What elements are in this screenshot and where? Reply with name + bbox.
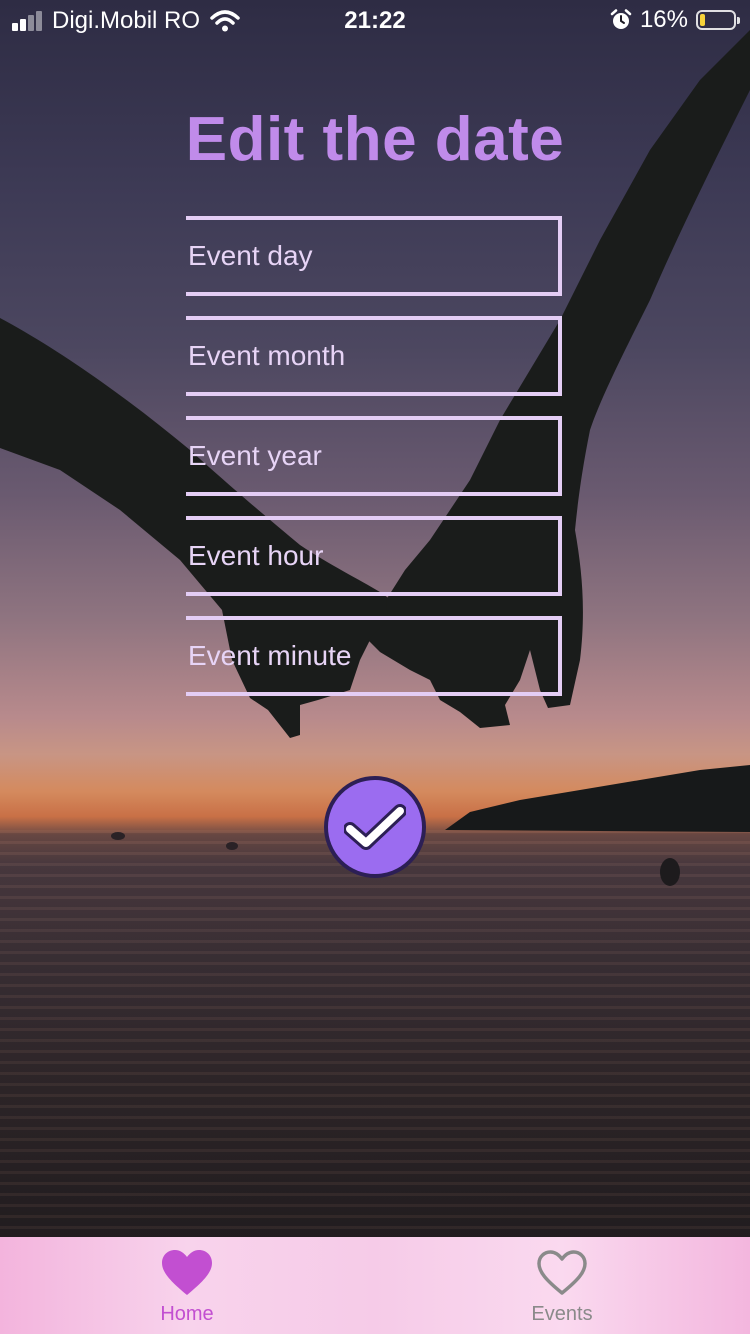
event-year-input[interactable]	[186, 416, 562, 496]
page-title: Edit the date	[185, 105, 565, 174]
battery-percent: 16%	[639, 6, 688, 33]
event-minute-input[interactable]	[186, 616, 562, 696]
status-right: 16%	[610, 6, 740, 34]
tab-home-label: Home	[160, 1303, 214, 1325]
battery-icon	[696, 10, 740, 30]
battery-level	[700, 14, 705, 26]
tab-home[interactable]: Home	[87, 1237, 287, 1334]
status-bar: Digi.Mobil RO 21:22 16%	[0, 0, 750, 40]
tab-bar: Home Events	[0, 1237, 750, 1334]
tab-events-label: Events	[531, 1303, 593, 1325]
edit-date-screen: Digi.Mobil RO 21:22 16% Edit the date Ev…	[0, 0, 750, 1334]
event-hour-input[interactable]	[186, 516, 562, 596]
alarm-clock-icon	[610, 9, 632, 29]
event-day-input[interactable]	[186, 216, 562, 296]
event-month-input[interactable]	[186, 316, 562, 396]
checkmark-icon	[344, 804, 406, 850]
tab-events[interactable]: Events	[462, 1237, 662, 1334]
confirm-button[interactable]	[324, 776, 426, 878]
heart-outline-icon	[537, 1250, 587, 1295]
heart-filled-icon	[162, 1250, 212, 1295]
